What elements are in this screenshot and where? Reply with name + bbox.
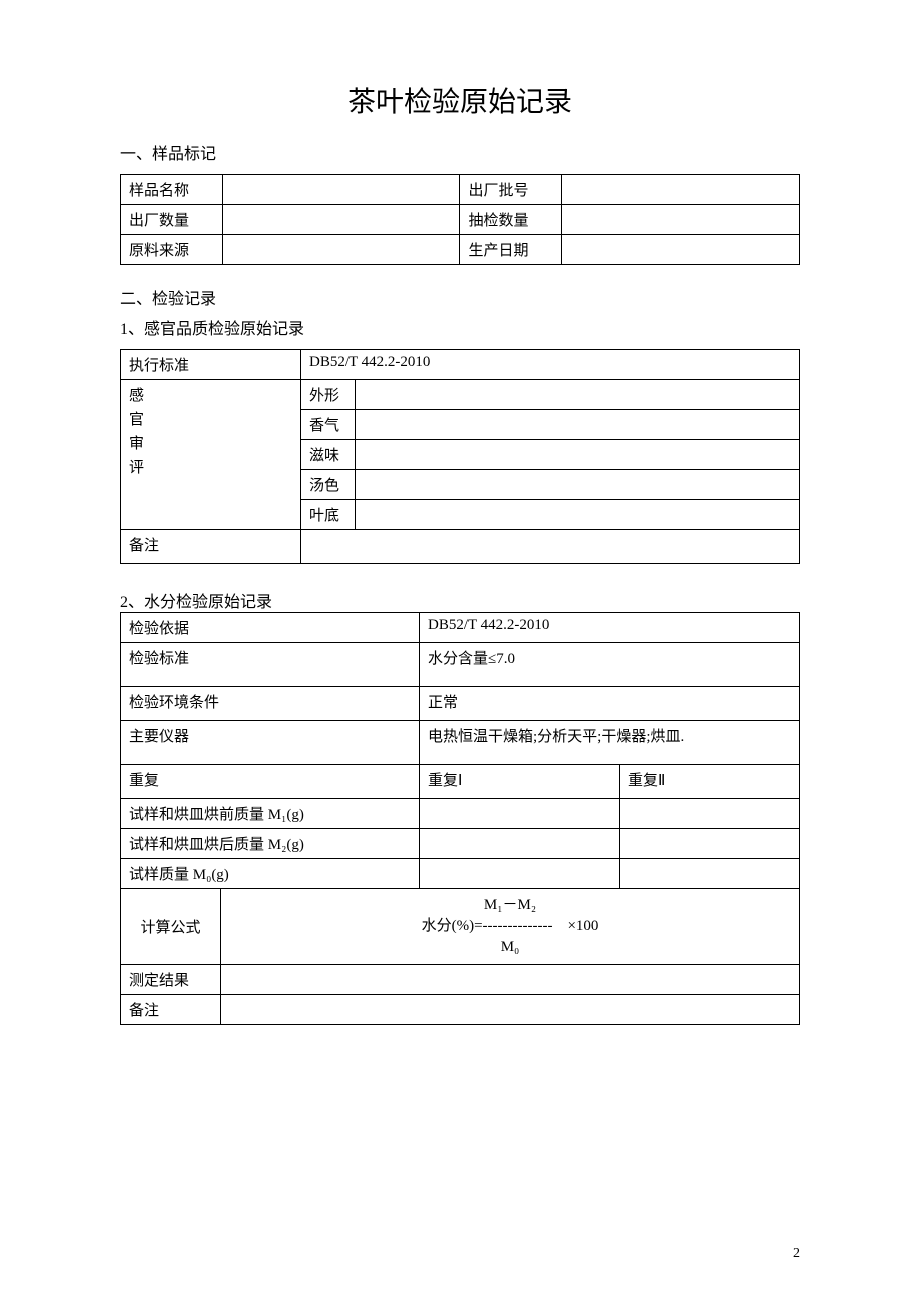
label-instr: 主要仪器 bbox=[121, 721, 420, 765]
table-row: 样品名称 出厂批号 bbox=[121, 175, 800, 205]
formula-cell: M₁－M₂ 水分(%)=-------------- ×100 M₀ bbox=[221, 889, 800, 965]
value-result bbox=[221, 965, 800, 995]
label-aroma: 香气 bbox=[301, 410, 356, 440]
label-formula: 计算公式 bbox=[121, 889, 221, 965]
value-prod-date bbox=[562, 235, 800, 265]
value-env: 正常 bbox=[420, 687, 800, 721]
value-remark1 bbox=[301, 530, 800, 564]
value-color bbox=[356, 470, 800, 500]
table-row: 出厂数量 抽检数量 bbox=[121, 205, 800, 235]
table-row: 主要仪器 电热恒温干燥箱;分析天平;干燥器;烘皿. bbox=[121, 721, 800, 765]
label-check-qty: 抽检数量 bbox=[460, 205, 562, 235]
section2-heading: 二、检验记录 bbox=[120, 285, 800, 309]
label-repeat1: 重复Ⅰ bbox=[420, 765, 620, 799]
label-color: 汤色 bbox=[301, 470, 356, 500]
value-basis: DB52/T 442.2-2010 bbox=[420, 613, 800, 643]
label-shape: 外形 bbox=[301, 380, 356, 410]
label-leaf: 叶底 bbox=[301, 500, 356, 530]
table-row: 检验环境条件 正常 bbox=[121, 687, 800, 721]
value-std2: 水分含量≤7.0 bbox=[420, 643, 800, 687]
label-taste: 滋味 bbox=[301, 440, 356, 470]
value-m1-r1 bbox=[420, 799, 620, 829]
page-number: 2 bbox=[793, 1246, 800, 1262]
formula-top: M₁－M₂ bbox=[229, 895, 791, 916]
table-row: 试样和烘皿烘前质量 M₁(g) bbox=[121, 799, 800, 829]
value-m0-r1 bbox=[420, 859, 620, 889]
part1-heading: 1、感官品质检验原始记录 bbox=[120, 315, 800, 339]
table-row: 测定结果 bbox=[121, 965, 800, 995]
label-sensory: 感 官 审 评 bbox=[121, 380, 301, 530]
value-taste bbox=[356, 440, 800, 470]
label-sample-name: 样品名称 bbox=[121, 175, 223, 205]
table-row: 检验标准 水分含量≤7.0 bbox=[121, 643, 800, 687]
label-exec-std: 执行标准 bbox=[121, 350, 301, 380]
value-leaf bbox=[356, 500, 800, 530]
section1-heading: 一、样品标记 bbox=[120, 140, 800, 164]
table-row: 重复 重复Ⅰ 重复Ⅱ bbox=[121, 765, 800, 799]
table-row: 计算公式 M₁－M₂ 水分(%)=-------------- ×100 M₀ bbox=[121, 889, 800, 965]
label-remark2: 备注 bbox=[121, 995, 221, 1025]
value-aroma bbox=[356, 410, 800, 440]
value-instr: 电热恒温干燥箱;分析天平;干燥器;烘皿. bbox=[420, 721, 800, 765]
label-batch-no: 出厂批号 bbox=[460, 175, 562, 205]
label-out-qty: 出厂数量 bbox=[121, 205, 223, 235]
value-batch-no bbox=[562, 175, 800, 205]
value-exec-std: DB52/T 442.2-2010 bbox=[301, 350, 800, 380]
table-row: 执行标准 DB52/T 442.2-2010 bbox=[121, 350, 800, 380]
value-m0-r2 bbox=[620, 859, 800, 889]
document-title: 茶叶检验原始记录 bbox=[120, 80, 800, 120]
value-m2-r1 bbox=[420, 829, 620, 859]
moisture-table: 检验依据 DB52/T 442.2-2010 检验标准 水分含量≤7.0 检验环… bbox=[120, 612, 800, 1025]
label-basis: 检验依据 bbox=[121, 613, 420, 643]
value-m1-r2 bbox=[620, 799, 800, 829]
table-row: 备注 bbox=[121, 995, 800, 1025]
label-repeat2: 重复Ⅱ bbox=[620, 765, 800, 799]
value-shape bbox=[356, 380, 800, 410]
part2-heading: 2、水分检验原始记录 bbox=[120, 588, 800, 612]
label-m0: 试样质量 M₀(g) bbox=[121, 859, 420, 889]
label-env: 检验环境条件 bbox=[121, 687, 420, 721]
value-remark2 bbox=[221, 995, 800, 1025]
label-m1: 试样和烘皿烘前质量 M₁(g) bbox=[121, 799, 420, 829]
value-out-qty bbox=[222, 205, 460, 235]
label-source: 原料来源 bbox=[121, 235, 223, 265]
table-row: 试样和烘皿烘后质量 M₂(g) bbox=[121, 829, 800, 859]
table-row: 原料来源 生产日期 bbox=[121, 235, 800, 265]
label-result: 测定结果 bbox=[121, 965, 221, 995]
label-remark1: 备注 bbox=[121, 530, 301, 564]
value-source bbox=[222, 235, 460, 265]
table-row: 备注 bbox=[121, 530, 800, 564]
table-row: 试样质量 M₀(g) bbox=[121, 859, 800, 889]
table-row: 检验依据 DB52/T 442.2-2010 bbox=[121, 613, 800, 643]
formula-mid: 水分(%)=-------------- ×100 bbox=[229, 916, 791, 937]
label-repeat: 重复 bbox=[121, 765, 420, 799]
formula-bot: M₀ bbox=[229, 937, 791, 958]
sample-mark-table: 样品名称 出厂批号 出厂数量 抽检数量 原料来源 生产日期 bbox=[120, 174, 800, 265]
value-m2-r2 bbox=[620, 829, 800, 859]
value-check-qty bbox=[562, 205, 800, 235]
label-m2: 试样和烘皿烘后质量 M₂(g) bbox=[121, 829, 420, 859]
sensory-table: 执行标准 DB52/T 442.2-2010 感 官 审 评 外形 香气 滋味 … bbox=[120, 349, 800, 564]
label-std2: 检验标准 bbox=[121, 643, 420, 687]
value-sample-name bbox=[222, 175, 460, 205]
table-row: 感 官 审 评 外形 bbox=[121, 380, 800, 410]
label-prod-date: 生产日期 bbox=[460, 235, 562, 265]
